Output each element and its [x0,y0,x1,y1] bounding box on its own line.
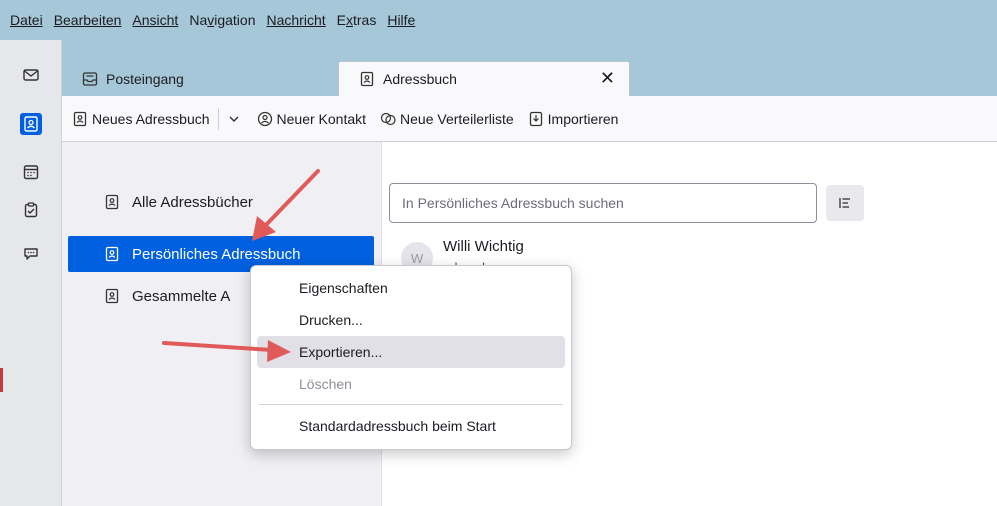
address-book-icon [73,111,87,126]
tab-bar: Posteingang Adressbuch ✕ [62,40,997,96]
edge-marker [0,368,3,392]
address-book-icon [105,246,119,262]
menu-navigation[interactable]: Navigation [189,12,255,28]
list-view-button[interactable] [826,185,864,221]
tab-address-book-label: Adressbuch [383,71,457,87]
menu-bearbeiten[interactable]: Bearbeiten [54,12,122,28]
menu-ansicht[interactable]: Ansicht [132,12,178,28]
tasks-icon[interactable] [20,199,42,221]
tab-inbox-label: Posteingang [106,71,184,87]
import-label: Importieren [547,110,619,127]
book-label: Gesammelte A [132,287,231,305]
access-key: v [207,12,215,28]
menu-extras[interactable]: Extras [337,12,377,28]
address-book-icon [105,194,119,210]
search-input[interactable] [402,195,816,211]
search-field [389,183,817,223]
access-key: x [345,12,353,28]
menu-hilfe[interactable]: Hilfe [387,12,415,28]
menu-bar: Datei Bearbeiten Ansicht Navigation Nach… [0,0,997,40]
spaces-toolbar [0,40,62,506]
address-book-icon [105,288,119,304]
import-icon [529,111,542,126]
book-label: Persönliches Adressbuch [132,245,301,263]
menu-item-delete: Löschen [299,376,352,392]
context-menu: Eigenschaften Drucken... Exportieren... … [250,265,572,450]
calendar-icon[interactable] [20,161,42,183]
menu-datei[interactable]: Datei [10,12,43,28]
new-contact-button[interactable]: Neuer Kontakt [257,110,367,127]
toolbar-divider [217,107,219,130]
address-book-icon [360,71,374,87]
new-contact-label: Neuer Kontakt [276,110,367,127]
mail-icon[interactable] [20,64,42,86]
close-icon[interactable]: ✕ [600,69,615,87]
new-list-label: Neue Verteilerliste [400,110,514,127]
book-all-address-books[interactable]: Alle Adressbücher [68,184,374,220]
import-button[interactable]: Importieren [528,110,619,127]
new-list-button[interactable]: Neue Verteilerliste [380,111,514,127]
new-contact-icon [257,111,272,126]
list-view-icon [839,198,850,208]
menu-item-properties[interactable]: Eigenschaften [257,272,565,304]
menu-item-export[interactable]: Exportieren... [257,336,565,368]
inbox-icon [82,72,98,86]
tab-inbox[interactable]: Posteingang [62,62,337,96]
menu-item-print[interactable]: Drucken... [257,304,565,336]
new-list-icon [380,112,396,125]
tab-address-book[interactable]: Adressbuch ✕ [339,62,629,96]
menu-item-default-startup-book[interactable]: Standardadressbuch beim Start [257,410,565,442]
contact-name: Willi Wichtig [443,238,524,255]
menu-nachricht[interactable]: Nachricht [267,12,326,28]
menu-separator [259,404,563,405]
chat-icon[interactable] [20,243,42,265]
book-label: Alle Adressbücher [132,193,253,211]
new-address-book-button[interactable]: Neues Adressbuch [72,111,210,127]
chevron-down-icon[interactable] [227,112,241,126]
address-book-toolbar: Neues Adressbuch Neuer Kontakt Neue Vert… [62,96,997,142]
new-address-book-label: Neues Adressbuch [92,110,210,127]
address-book-icon[interactable] [20,113,42,135]
